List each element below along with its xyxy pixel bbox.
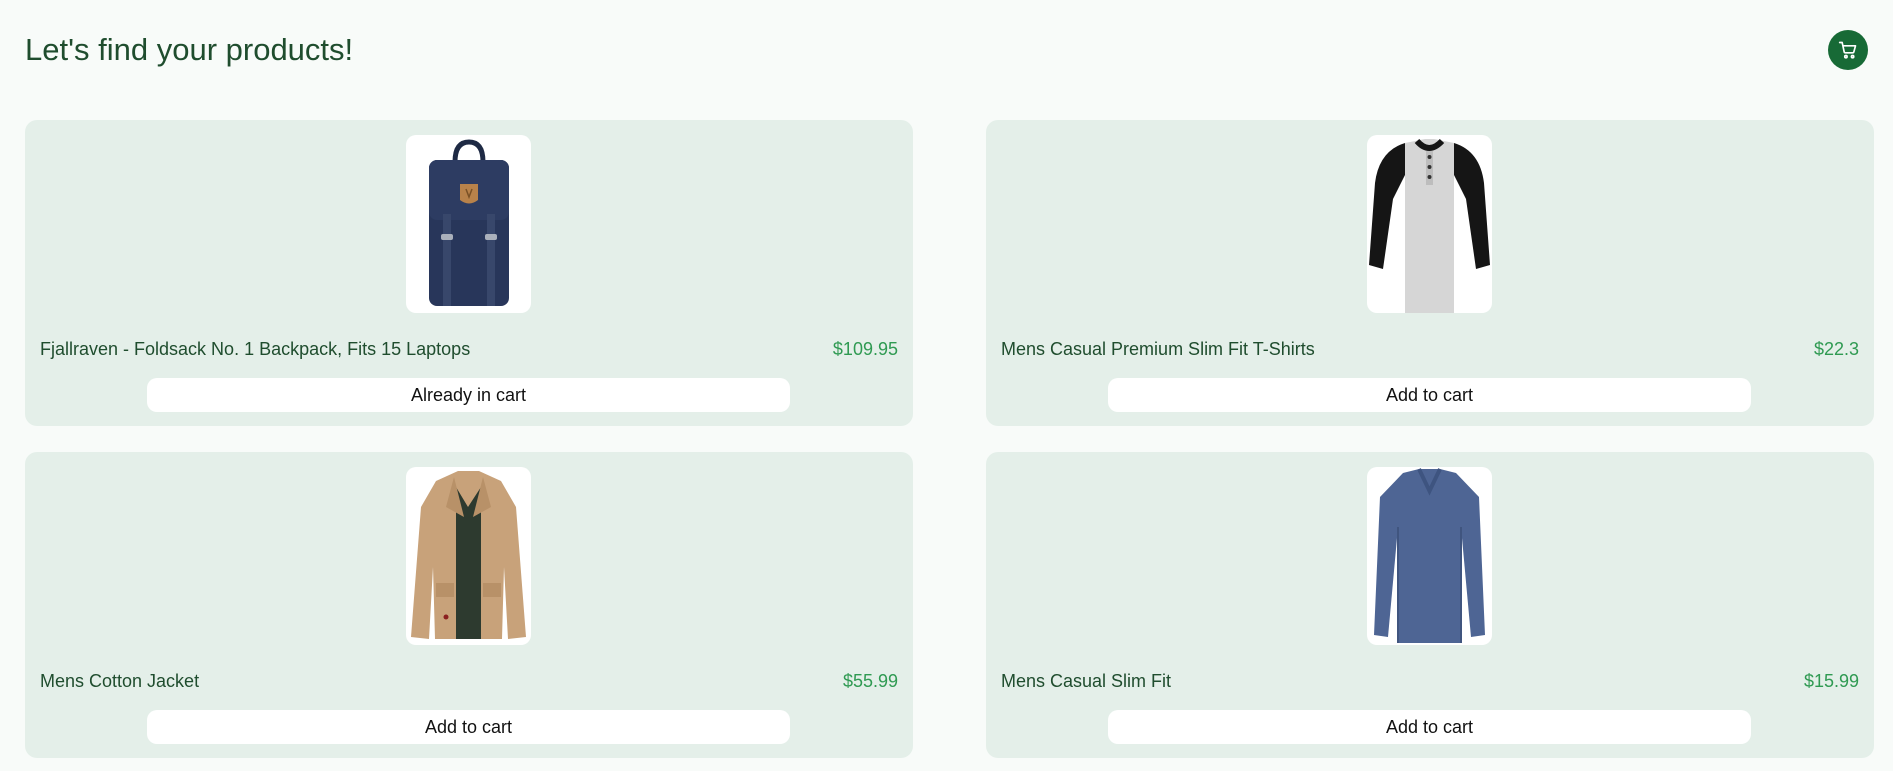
product-card: Fjallraven - Foldsack No. 1 Backpack, Fi… xyxy=(25,120,913,426)
product-price: $109.95 xyxy=(832,339,898,359)
add-to-cart-button[interactable]: Add to cart xyxy=(1108,710,1751,744)
product-image xyxy=(406,135,531,313)
product-name: Fjallraven - Foldsack No. 1 Backpack, Fi… xyxy=(40,339,471,359)
jacket-image xyxy=(411,471,526,639)
product-card: Mens Casual Slim Fit $15.99 Add to cart xyxy=(986,452,1874,758)
add-to-cart-button[interactable]: Add to cart xyxy=(1108,378,1751,412)
add-to-cart-button[interactable]: Add to cart xyxy=(147,710,790,744)
product-image xyxy=(1367,467,1492,645)
cart-icon xyxy=(1838,41,1857,59)
product-image xyxy=(406,467,531,645)
product-grid: Fjallraven - Foldsack No. 1 Backpack, Fi… xyxy=(25,120,1874,758)
already-in-cart-button[interactable]: Already in cart xyxy=(147,378,790,412)
tshirt-image xyxy=(1369,138,1490,313)
product-card: Mens Cotton Jacket $55.99 Add to cart xyxy=(25,452,913,758)
backpack-image xyxy=(428,139,509,306)
page-title: Let's find your products! xyxy=(25,32,354,67)
product-image xyxy=(1367,135,1492,313)
header: Let's find your products! xyxy=(25,30,1868,72)
product-price: $55.99 xyxy=(842,671,898,691)
product-price: $22.3 xyxy=(1813,339,1859,359)
product-card: Mens Casual Premium Slim Fit T-Shirts $2… xyxy=(986,120,1874,426)
longsleeve-image xyxy=(1374,468,1485,643)
product-name: Mens Cotton Jacket xyxy=(40,671,200,691)
cart-button[interactable] xyxy=(1828,30,1868,70)
product-name: Mens Casual Slim Fit xyxy=(1001,671,1172,691)
product-price: $15.99 xyxy=(1803,671,1859,691)
product-name: Mens Casual Premium Slim Fit T-Shirts xyxy=(1001,339,1315,359)
